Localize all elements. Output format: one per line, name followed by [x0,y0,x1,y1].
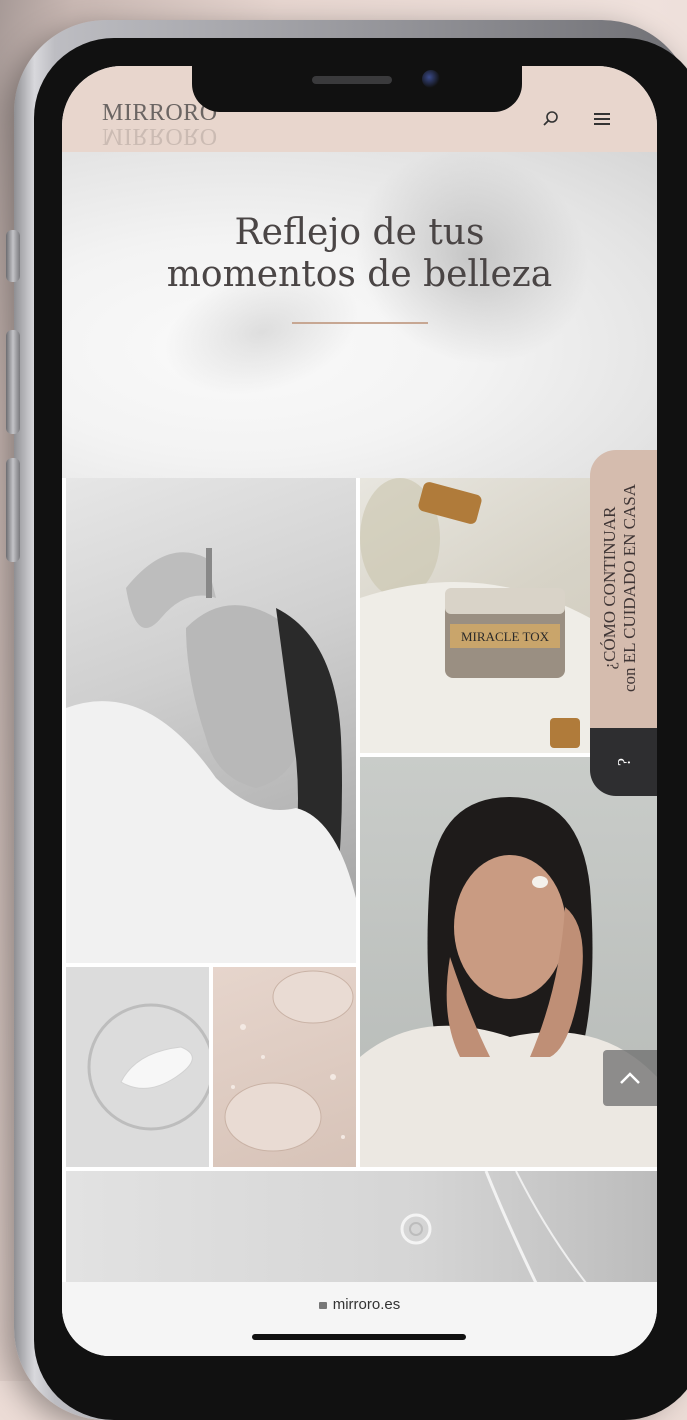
gallery-image-cream-swatch [66,967,209,1167]
home-care-side-tab[interactable]: ¿CÓMO CONTINUAR con EL CUIDADO EN CASA [590,450,657,728]
menu-button[interactable] [590,108,614,130]
earpiece-speaker [312,76,392,84]
gallery-image-water-drops [213,967,356,1167]
scroll-to-top-button[interactable] [603,1050,657,1106]
search-icon [543,111,558,126]
gallery-image-water-ripples [66,1171,657,1283]
gallery-image-product-jar: MIRACLE TOX [360,478,590,753]
url-display[interactable]: mirroro.es [62,1296,657,1313]
phone-volume-up-button [6,330,20,434]
gallery-image-woman-serum [66,478,356,963]
phone-volume-down-button [6,458,20,562]
question-mark: ? [613,758,634,766]
cream-swatch-photo [87,1003,209,1131]
hero-title-line1: Reflejo de tus [234,212,485,253]
side-tab-question-button[interactable]: ? [590,728,657,796]
site-logo-reflection: MIRRORO [102,123,218,149]
side-tab-text-line2: con EL CUIDADO EN CASA [620,483,639,693]
hero-title: Reflejo de tus momentos de belleza [62,212,657,296]
phone-notch [192,66,522,112]
phone-screen: MIRRORO MIRRORO Reflejo de tus momentos … [62,66,657,1356]
hero-title-line2: momentos de belleza [166,254,553,295]
side-tab-text: ¿CÓMO CONTINUAR con EL CUIDADO EN CASA [600,468,640,708]
chevron-up-icon [620,1072,640,1084]
home-indicator[interactable] [252,1334,466,1340]
product-label: MIRACLE TOX [461,629,550,644]
hamburger-menu-icon [594,113,610,125]
search-button[interactable] [540,108,562,130]
water-drops-photo [224,970,354,1152]
url-text: mirroro.es [332,1296,401,1313]
phone-silent-switch [6,230,20,282]
water-ripples-photo [400,1171,587,1283]
product-jar-photo: MIRACLE TOX [360,478,590,753]
hero-section: Reflejo de tus momentos de belleza [62,111,657,478]
woman-serum-photo [66,548,356,963]
lock-icon [318,1302,327,1309]
side-tab-text-line1: ¿CÓMO CONTINUAR [600,506,619,670]
hero-divider [292,322,428,324]
browser-address-bar[interactable]: mirroro.es [62,1282,657,1356]
front-camera [422,70,440,88]
